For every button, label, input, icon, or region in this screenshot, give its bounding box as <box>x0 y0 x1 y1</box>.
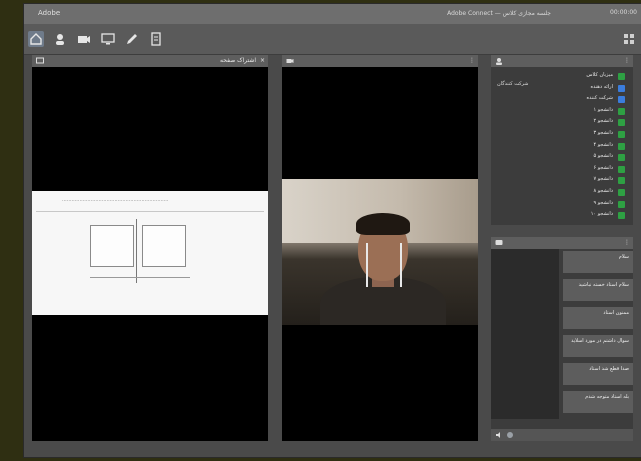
chat-footer <box>491 429 633 441</box>
chat-message: سلام استاد خسته نباشید <box>563 279 633 301</box>
attendee-list: شرکت کنندگان میزبان کلاس ارائه دهنده شرکت … <box>491 67 633 225</box>
attendees-menu-icon[interactable]: ⋮ <box>624 55 630 67</box>
pen-icon[interactable] <box>124 31 140 47</box>
close-icon[interactable]: × <box>260 55 265 67</box>
chat-message: سوال داشتم در مورد اسلاید <box>563 335 633 357</box>
user-icon[interactable] <box>52 31 68 47</box>
attendee-name: دانشجو ۱ <box>593 106 613 113</box>
share-panel-header: اشتراک صفحه × <box>32 55 268 67</box>
attendee-name: دانشجو ۲ <box>593 118 613 125</box>
chat-menu-icon[interactable]: ⋮ <box>624 237 630 249</box>
home-icon[interactable] <box>28 31 44 47</box>
monitor-icon[interactable] <box>100 31 116 47</box>
attendee-name: دانشجو ۵ <box>593 153 613 160</box>
attendee-item[interactable]: دانشجو ۲ <box>491 117 633 128</box>
chat-message: سلام <box>563 251 633 273</box>
attendee-status-icon <box>618 200 625 208</box>
attendee-name: میزبان کلاس <box>586 72 613 78</box>
attendee-name: دانشجو ۶ <box>593 164 613 171</box>
chat-message: بله استاد متوجه شدم <box>563 391 633 413</box>
attendee-item[interactable]: دانشجو ۱ <box>491 106 633 117</box>
shared-slide: ........................................… <box>32 191 268 315</box>
slide-axis-vertical <box>136 219 137 283</box>
attendee-status-icon <box>618 96 625 104</box>
attendee-status-icon <box>618 107 625 115</box>
attendee-name: دانشجو ۷ <box>593 176 613 183</box>
attendee-item[interactable]: میزبان کلاس <box>491 71 633 82</box>
grid-icon[interactable] <box>623 33 635 45</box>
attendee-status-icon <box>618 154 625 162</box>
video-panel-header: ⋮ <box>282 55 478 67</box>
attendee-item[interactable]: شرکت کننده <box>491 94 633 105</box>
document-icon[interactable] <box>148 31 164 47</box>
slide-box-right <box>142 225 186 267</box>
attendee-item[interactable]: دانشجو ۸ <box>491 187 633 198</box>
people-icon <box>495 57 503 65</box>
attendee-item[interactable]: ارائه دهنده <box>491 83 633 94</box>
attendee-item[interactable]: دانشجو ۹ <box>491 199 633 210</box>
attendee-name: دانشجو ۱۰ <box>590 211 613 218</box>
attendee-item[interactable]: دانشجو ۷ <box>491 175 633 186</box>
attendees-panel-header: ⋮ <box>491 55 633 67</box>
earphone-right <box>400 243 402 287</box>
adobe-connect-window: Adobe Adobe Connect — جلسه مجازی کلاس 00… <box>24 4 641 457</box>
title-bar: Adobe Adobe Connect — جلسه مجازی کلاس 00… <box>24 4 641 24</box>
slide-divider <box>36 211 264 212</box>
app-title: Adobe <box>38 9 61 17</box>
attendee-status-icon <box>618 165 625 173</box>
webcam-feed <box>282 179 478 325</box>
slide-axis-horizontal <box>90 277 190 278</box>
attendee-status-icon <box>618 131 625 138</box>
attendee-status-icon <box>618 119 625 127</box>
attendee-status-icon <box>618 73 625 80</box>
attendee-item[interactable]: دانشجو ۴ <box>491 141 633 152</box>
attendee-status-icon <box>618 212 625 220</box>
chat-message: صدا قطع شد استاد <box>563 363 633 385</box>
screen-share-area: ........................................… <box>32 67 268 441</box>
attendee-name: دانشجو ۹ <box>593 199 613 206</box>
clock: 00:00:00 <box>610 9 637 16</box>
attendee-name: دانشجو ۸ <box>593 188 613 194</box>
speaker-icon[interactable] <box>495 431 503 439</box>
attendee-status-icon <box>618 189 625 196</box>
slide-text: ........................................… <box>62 197 169 203</box>
window-title: Adobe Connect — جلسه مجازی کلاس <box>447 10 551 17</box>
attendee-status-icon <box>618 177 625 185</box>
chat-panel-header: ⋮ <box>491 237 633 249</box>
toolbar <box>24 24 641 55</box>
attendee-name: شرکت کننده <box>586 95 613 102</box>
attendee-item[interactable]: دانشجو ۱۰ <box>491 210 633 221</box>
chat-message: ممنون استاد <box>563 307 633 329</box>
attendee-name: دانشجو ۳ <box>593 130 613 136</box>
slide-box-left <box>90 225 134 267</box>
chat-pod: سلام سلام استاد خسته نباشید ممنون استاد سوا… <box>491 249 633 441</box>
chat-input-area[interactable] <box>491 249 559 419</box>
attendee-name: دانشجو ۴ <box>593 141 613 148</box>
attendee-status-icon <box>618 142 625 150</box>
share-icon <box>36 57 44 65</box>
attendee-status-icon <box>618 84 625 92</box>
chat-icon <box>495 239 503 247</box>
share-panel-title: اشتراک صفحه <box>220 57 256 64</box>
video-area <box>282 67 478 441</box>
attendee-item[interactable]: دانشجو ۵ <box>491 152 633 163</box>
earphone-left <box>366 243 368 287</box>
camera-small-icon <box>286 57 294 65</box>
camera-icon[interactable] <box>76 31 92 47</box>
status-dot-icon <box>507 432 513 438</box>
video-menu-icon[interactable]: ⋮ <box>469 55 475 67</box>
attendee-name: ارائه دهنده <box>590 83 613 90</box>
attendee-item[interactable]: دانشجو ۶ <box>491 164 633 175</box>
webcam-person-hair <box>356 213 410 235</box>
attendee-item[interactable]: دانشجو ۳ <box>491 129 633 140</box>
